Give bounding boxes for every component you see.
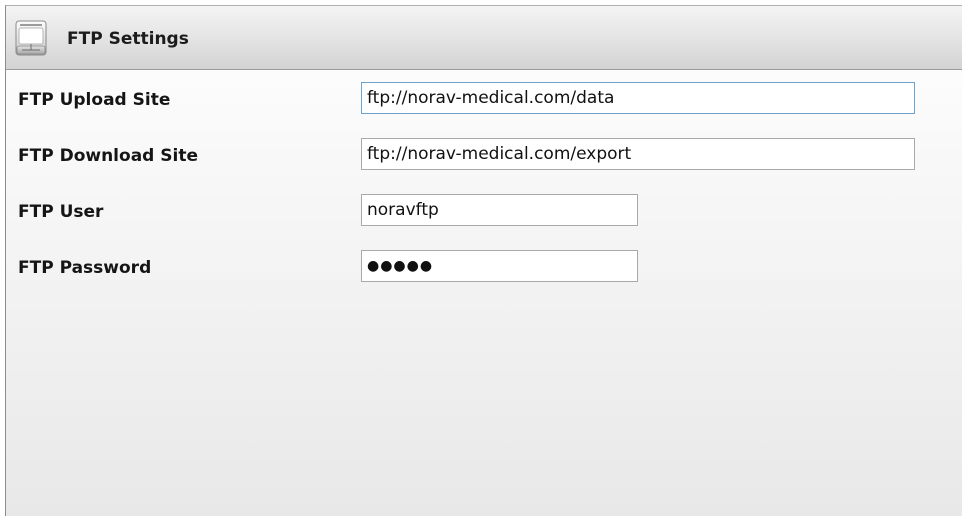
download-site-input[interactable] bbox=[361, 138, 915, 170]
panel-header: FTP Settings bbox=[6, 6, 962, 70]
ftp-password-label: FTP Password bbox=[18, 258, 152, 278]
upload-site-label: FTP Upload Site bbox=[18, 90, 171, 110]
upload-site-input[interactable] bbox=[361, 82, 915, 114]
ftp-drive-icon bbox=[14, 20, 48, 56]
ftp-settings-panel: FTP Settings FTP Upload Site FTP Downloa… bbox=[5, 5, 962, 516]
ftp-password-input[interactable] bbox=[361, 250, 638, 282]
download-site-label: FTP Download Site bbox=[18, 146, 198, 166]
page-title: FTP Settings bbox=[67, 29, 189, 49]
ftp-user-input[interactable] bbox=[361, 194, 638, 226]
ftp-user-label: FTP User bbox=[18, 202, 104, 222]
